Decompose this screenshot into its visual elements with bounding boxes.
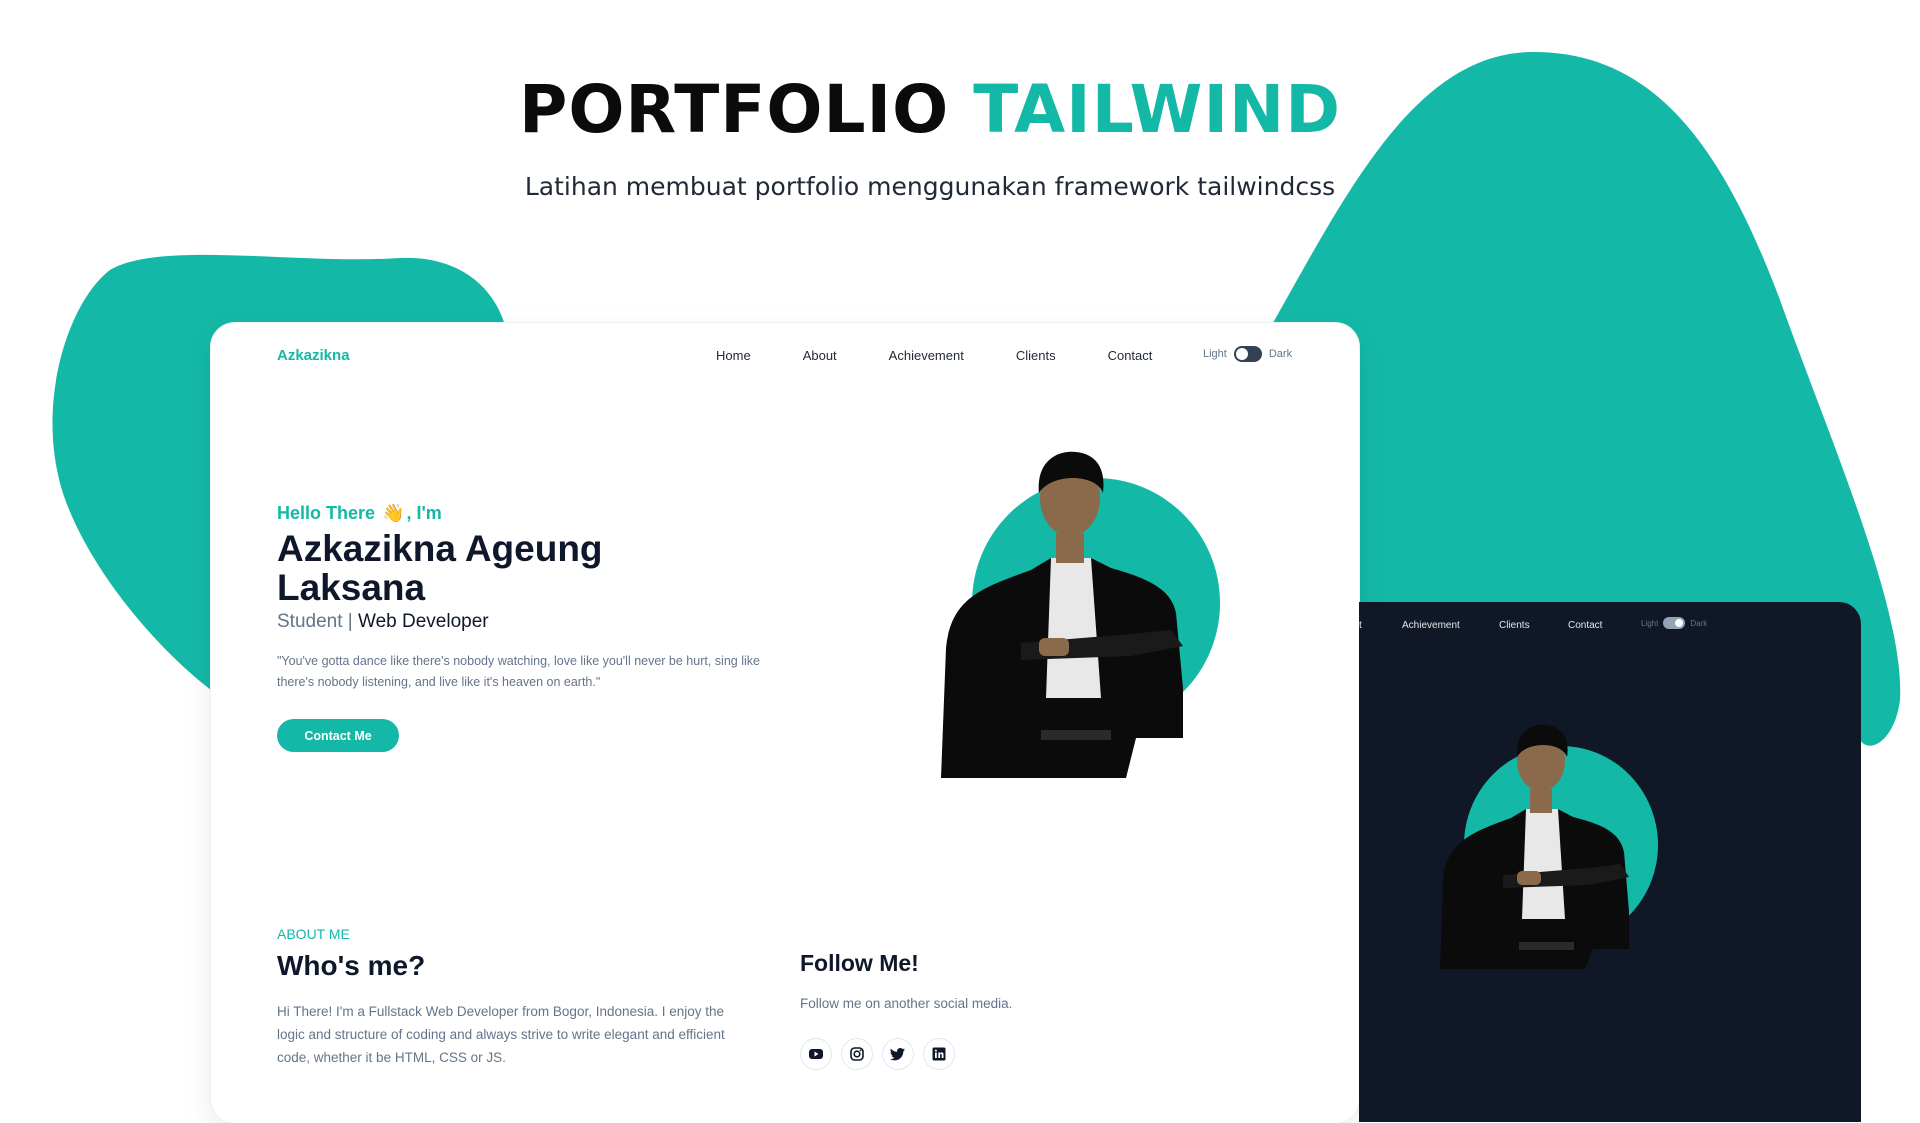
brand-logo[interactable]: Azkazikna	[277, 347, 350, 364]
nav-achievement[interactable]: Achievement	[889, 348, 964, 363]
nav-about[interactable]: About	[803, 348, 837, 363]
follow-text: Follow me on another social media.	[800, 996, 1013, 1011]
switch-knob	[1235, 348, 1248, 360]
banner-title-main: PORTFOLIO	[518, 71, 950, 148]
nav-links: Home About Achievement Clients Contact	[716, 348, 1152, 363]
follow-title: Follow Me!	[800, 950, 919, 976]
about-kicker: ABOUT ME	[277, 926, 350, 942]
banner-title-accent: TAILWIND	[973, 71, 1342, 148]
linkedin-link[interactable]	[923, 1038, 955, 1070]
nav-home[interactable]: Home	[716, 348, 751, 363]
toggle-label-light: Light	[1203, 348, 1227, 360]
instagram-link[interactable]	[841, 1038, 873, 1070]
figure-hand	[1039, 638, 1069, 656]
dark-mode-switch[interactable]	[1233, 346, 1262, 362]
linkedin-icon	[932, 1047, 946, 1061]
dark-nav-contact[interactable]: Contact	[1568, 620, 1602, 631]
youtube-link[interactable]	[800, 1038, 832, 1070]
dark-switch-knob	[1675, 619, 1684, 627]
dark-toggle-label-dark: Dark	[1690, 618, 1708, 628]
dark-profile-photo	[1440, 724, 1658, 969]
hero-name: Azkazikna Ageung Laksana	[277, 528, 603, 608]
nav-clients[interactable]: Clients	[1016, 348, 1056, 363]
banner-subtitle: Latihan membuat portfolio menggunakan fr…	[524, 172, 1336, 201]
hero-greeting: Hello There 👋 , I'm	[277, 503, 442, 524]
role-student: Student |	[277, 611, 353, 632]
banner-title: PORTFOLIO TAILWIND	[0, 70, 1860, 150]
twitter-link[interactable]	[882, 1038, 914, 1070]
greeting-text: Hello There	[277, 503, 376, 523]
hero-role: Student | Web Developer	[277, 611, 489, 633]
youtube-icon	[809, 1049, 823, 1059]
dark-nav-achievement[interactable]: Achievement	[1402, 620, 1460, 631]
twitter-icon	[890, 1048, 905, 1061]
about-text: Hi There! I'm a Fullstack Web Developer …	[277, 1004, 725, 1065]
toggle-label-dark: Dark	[1268, 348, 1293, 360]
profile-photo	[941, 451, 1220, 778]
light-mode-preview: Azkazikna Home About Achievement Clients…	[211, 323, 1359, 1123]
dark-nav-clients[interactable]: Clients	[1499, 620, 1530, 631]
dark-toggle-label-light: Light	[1641, 618, 1659, 628]
dark-mode-preview: t Achievement Clients Contact Light Dark	[1359, 602, 1861, 1122]
greeting-suffix: , I'm	[406, 503, 442, 523]
navbar: Azkazikna Home About Achievement Clients…	[211, 323, 1359, 387]
hero-quote: "You've gotta dance like there's nobody …	[277, 654, 760, 689]
dark-mode-switch-on[interactable]	[1663, 617, 1686, 629]
waving-hand-icon: 👋	[377, 503, 405, 523]
role-web-developer: Web Developer	[358, 611, 489, 632]
dark-figure-shirt	[1522, 809, 1565, 919]
about-title: Who's me?	[277, 950, 426, 981]
dark-nav-cut: t	[1359, 620, 1362, 631]
nav-contact[interactable]: Contact	[1108, 348, 1153, 363]
dark-theme-toggle: Light Dark	[1641, 617, 1707, 629]
instagram-icon	[850, 1047, 864, 1061]
dark-figure-belt	[1519, 942, 1574, 950]
figure-belt	[1041, 730, 1111, 740]
dark-figure-hand	[1517, 871, 1541, 885]
social-links	[800, 1038, 955, 1070]
figure-neck	[1056, 533, 1084, 563]
dark-figure-neck	[1530, 789, 1552, 813]
banner: PORTFOLIO TAILWIND Latihan membuat portf…	[0, 70, 1860, 201]
theme-toggle: Light Dark	[1203, 346, 1292, 362]
contact-me-button[interactable]: Contact Me	[277, 719, 399, 752]
